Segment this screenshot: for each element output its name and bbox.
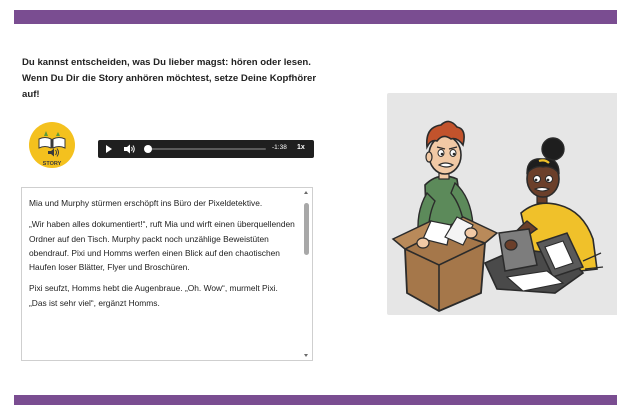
audio-progress-knob[interactable] [144, 145, 152, 153]
remaining-time: -1:38 [272, 144, 287, 151]
intro-text: Du kannst entscheiden, was Du lieber mag… [22, 57, 317, 100]
playback-speed-button[interactable]: 1x [297, 144, 305, 151]
scroll-up-arrow-icon[interactable] [304, 191, 308, 194]
characters-with-documents-illustration [391, 120, 604, 313]
audio-player[interactable]: -1:38 1x [98, 140, 314, 158]
story-paragraph: „Wir haben alles dokumentiert!“, ruft Mi… [29, 219, 295, 273]
top-purple-bar [14, 10, 617, 24]
story-audio-badge-icon: STORY [29, 122, 75, 168]
badge-label: STORY [43, 161, 62, 167]
story-illustration [387, 93, 617, 315]
story-scrollbar[interactable] [302, 189, 311, 359]
scroll-thumb[interactable] [304, 203, 309, 255]
bottom-purple-bar [14, 395, 617, 405]
scroll-down-arrow-icon[interactable] [304, 354, 308, 357]
play-icon[interactable] [106, 145, 112, 153]
audio-progress-track[interactable] [146, 148, 266, 150]
story-paragraph: Mia und Murphy stürmen erschöpft ins Bür… [29, 198, 263, 208]
story-paragraph: Pixi seufzt, Homms hebt die Augenbraue. … [29, 283, 278, 308]
story-text-box[interactable]: Mia und Murphy stürmen erschöpft ins Bür… [21, 187, 313, 361]
volume-icon[interactable] [124, 144, 136, 154]
story-content: Mia und Murphy stürmen erschöpft ins Bür… [29, 196, 297, 317]
